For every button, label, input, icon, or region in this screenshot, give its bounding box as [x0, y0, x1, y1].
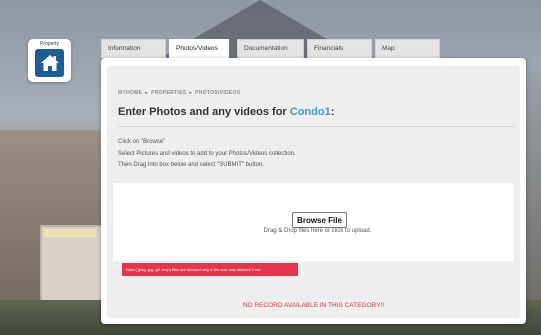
background-garage-light	[44, 229, 96, 237]
breadcrumb-photos-videos: PHOTOS/VIDEOS	[195, 90, 241, 96]
tab-photos-videos[interactable]: Photos/Videos	[169, 39, 229, 59]
page-title-suffix: :	[330, 106, 335, 118]
content-inner: MYHOME ▸ PROPERTIES ▸ PHOTOS/VIDEOS Enter Ph…	[107, 66, 520, 318]
upload-dropzone[interactable]: Browse File Drag & Drop files here or cl…	[113, 183, 514, 261]
logo-tile	[35, 49, 64, 77]
file-type-note: Note:( jpeg, jpg, gif ,bmp) files are al…	[122, 263, 298, 276]
breadcrumb: MYHOME ▸ PROPERTIES ▸ PHOTOS/VIDEOS	[118, 90, 240, 96]
divider	[118, 126, 515, 127]
instructions: Click on "Browse" Select Pictures and vi…	[118, 137, 296, 172]
empty-state-message: NO RECORD AVAILABLE IN THIS CATEGORY!!	[242, 302, 385, 309]
property-logo[interactable]: Property	[28, 39, 71, 82]
breadcrumb-myhome[interactable]: MYHOME	[118, 90, 142, 96]
tab-information[interactable]: Information	[101, 39, 166, 58]
content-panel: MYHOME ▸ PROPERTIES ▸ PHOTOS/VIDEOS Enter Ph…	[101, 58, 526, 324]
property-name: Condo1	[289, 106, 331, 118]
breadcrumb-properties[interactable]: PROPERTIES	[151, 90, 186, 96]
breadcrumb-separator-icon: ▸	[145, 90, 149, 96]
page-title: Enter Photos and any videos for Condo1:	[118, 106, 334, 118]
browse-file-button[interactable]: Browse File	[292, 212, 347, 228]
page-title-prefix: Enter Photos and any videos for	[118, 106, 290, 118]
tab-map[interactable]: Map	[375, 39, 440, 58]
dropzone-hint: Drag & Drop files here or click to uploa…	[263, 228, 372, 234]
home-icon	[40, 55, 59, 71]
instruction-line: Click on "Browse"	[118, 139, 166, 145]
logo-label: Property	[40, 41, 59, 47]
tab-financials[interactable]: Financials	[307, 39, 372, 58]
instruction-line: Select Pictures and videos to add to you…	[118, 150, 296, 157]
breadcrumb-separator-icon: ▸	[189, 90, 193, 96]
instruction-line: Then Drag into box below and select "SUB…	[118, 162, 265, 168]
tab-documentation[interactable]: Documentation	[237, 39, 304, 58]
